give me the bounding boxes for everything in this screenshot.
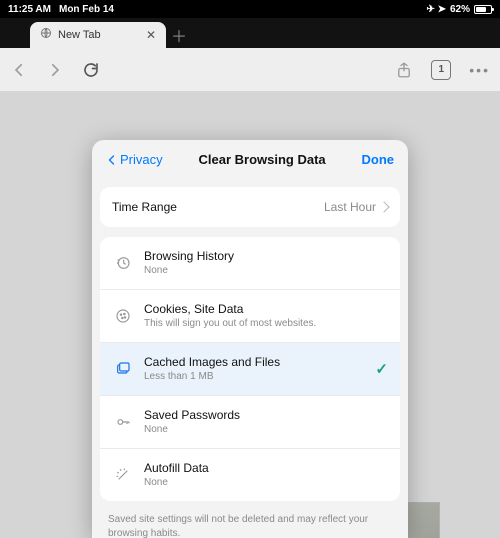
- page-viewport: Brighton and Hove News » Scaffolder fine…: [0, 92, 500, 538]
- reload-icon[interactable]: [82, 61, 100, 79]
- back-label: Privacy: [120, 152, 163, 167]
- done-button[interactable]: Done: [362, 152, 395, 167]
- clear-data-sheet: Privacy Clear Browsing Data Done Time Ra…: [92, 140, 408, 538]
- item-label: Cookies, Site Data: [144, 302, 388, 316]
- row-browsing-history[interactable]: Browsing History None: [100, 237, 400, 289]
- tab-title: New Tab: [58, 29, 140, 41]
- status-time: 11:25 AM: [8, 4, 51, 15]
- airplane-location-icon: ✈︎ ➤: [426, 4, 446, 15]
- back-to-privacy-button[interactable]: Privacy: [106, 152, 163, 167]
- status-bar: 11:25 AM Mon Feb 14 ✈︎ ➤ 62%: [0, 0, 500, 18]
- tab-count-button[interactable]: 1: [431, 60, 451, 80]
- sheet-header: Privacy Clear Browsing Data Done: [92, 140, 408, 177]
- time-range-label: Time Range: [112, 200, 324, 214]
- footnote: Saved site settings will not be deleted …: [100, 511, 400, 538]
- image-stack-icon: [112, 361, 134, 377]
- item-label: Autofill Data: [144, 461, 388, 475]
- item-label: Cached Images and Files: [144, 355, 375, 369]
- back-icon[interactable]: [10, 61, 28, 79]
- item-sub: Less than 1 MB: [144, 371, 375, 383]
- browser-toolbar: 1 •••: [0, 48, 500, 92]
- row-saved-passwords[interactable]: Saved Passwords None: [100, 395, 400, 448]
- status-right: ✈︎ ➤ 62%: [426, 4, 492, 15]
- history-icon: [112, 255, 134, 271]
- battery-percent: 62%: [450, 4, 470, 15]
- battery-icon: [474, 5, 492, 14]
- checkmark-icon: ✓: [375, 360, 388, 378]
- row-autofill[interactable]: Autofill Data None: [100, 448, 400, 501]
- time-range-value: Last Hour: [324, 200, 376, 214]
- row-cached-images[interactable]: Cached Images and Files Less than 1 MB ✓: [100, 342, 400, 395]
- item-label: Browsing History: [144, 249, 388, 263]
- row-cookies[interactable]: Cookies, Site Data This will sign you ou…: [100, 289, 400, 342]
- overflow-menu-icon[interactable]: •••: [469, 62, 490, 78]
- item-sub: This will sign you out of most websites.: [144, 318, 388, 330]
- key-icon: [112, 414, 134, 430]
- time-range-row[interactable]: Time Range Last Hour: [100, 187, 400, 227]
- status-date: Mon Feb 14: [59, 4, 114, 15]
- item-sub: None: [144, 477, 388, 489]
- new-tab-button[interactable]: ＋: [166, 22, 192, 48]
- share-icon[interactable]: [395, 61, 413, 79]
- close-icon[interactable]: ✕: [146, 29, 156, 41]
- time-range-card: Time Range Last Hour: [100, 187, 400, 227]
- browser-tab[interactable]: New Tab ✕: [30, 22, 166, 48]
- wand-icon: [112, 467, 134, 483]
- item-label: Saved Passwords: [144, 408, 388, 422]
- tab-strip: New Tab ✕ ＋: [0, 18, 500, 48]
- item-sub: None: [144, 265, 388, 277]
- data-types-card: Browsing History None Cookies, Site Data…: [100, 237, 400, 501]
- forward-icon[interactable]: [46, 61, 64, 79]
- chevron-right-icon: [378, 201, 389, 212]
- cookie-icon: [112, 308, 134, 324]
- globe-icon: [40, 26, 52, 44]
- item-sub: None: [144, 424, 388, 436]
- sheet-title: Clear Browsing Data: [198, 152, 325, 167]
- footnote-text: Saved site settings will not be deleted …: [108, 514, 368, 538]
